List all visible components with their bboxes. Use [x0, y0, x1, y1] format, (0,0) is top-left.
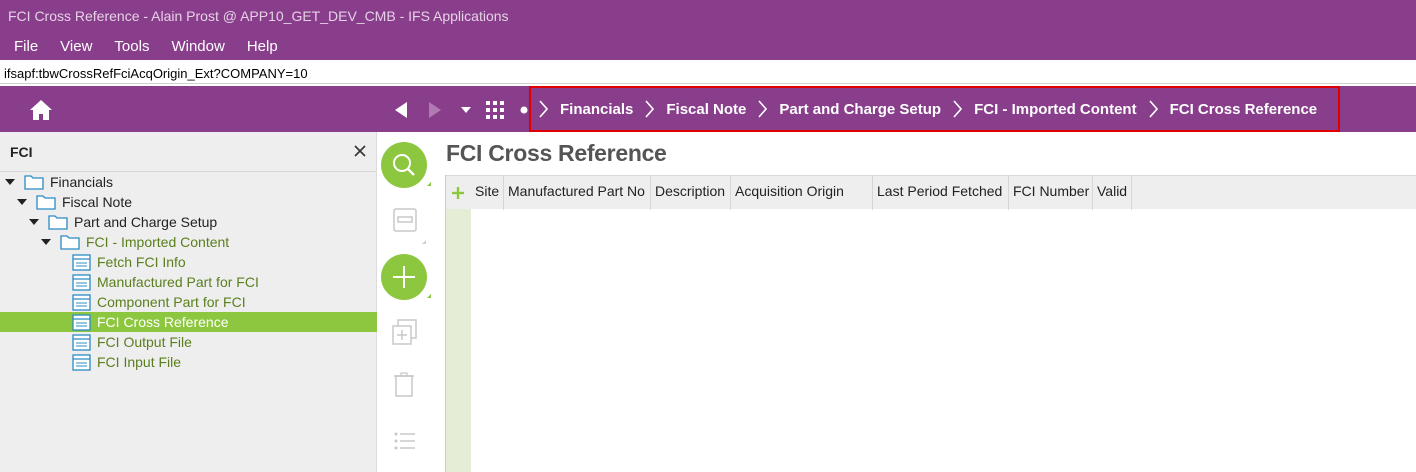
forward-button[interactable] — [424, 96, 446, 124]
close-navigator-button[interactable] — [352, 143, 368, 159]
breadcrumb-item-part-and-charge-setup[interactable]: Part and Charge Setup — [758, 100, 941, 118]
add-icon — [452, 187, 464, 199]
folder-icon — [36, 195, 56, 210]
breadcrumb: Financials Fiscal Note Part and Charge S… — [529, 86, 1340, 132]
apps-button[interactable] — [484, 96, 506, 124]
home-button[interactable] — [26, 98, 56, 122]
command-toolbar — [377, 132, 445, 472]
column-header-description[interactable]: Description — [651, 176, 731, 210]
column-header-site[interactable]: Site — [471, 176, 504, 210]
forward-arrow-icon — [429, 102, 441, 118]
chevron-right-icon — [539, 100, 548, 118]
tree-item-financials[interactable]: Financials — [0, 172, 377, 192]
address-input[interactable] — [0, 62, 1416, 84]
menu-bar: File View Tools Window Help — [0, 32, 1416, 60]
address-bar — [0, 62, 1416, 84]
dropdown-icon — [461, 107, 471, 113]
history-dropdown-button[interactable] — [458, 96, 474, 124]
breadcrumb-item-fci-imported-content[interactable]: FCI - Imported Content — [953, 100, 1137, 118]
tree-item-fci-imported-content[interactable]: FCI - Imported Content — [0, 232, 377, 252]
delete-button[interactable] — [393, 372, 419, 400]
tree-item-fetch-fci-info[interactable]: Fetch FCI Info — [0, 252, 377, 272]
tree-item-manufactured-part-for-fci[interactable]: Manufactured Part for FCI — [0, 272, 377, 292]
add-icon — [381, 254, 431, 300]
back-arrow-icon — [395, 102, 407, 118]
search-button[interactable] — [381, 142, 433, 194]
duplicate-icon — [392, 319, 417, 345]
grid-header: Site Manufactured Part No Description Ac… — [446, 175, 1416, 210]
column-header-manufactured-part-no[interactable]: Manufactured Part No — [504, 176, 651, 210]
row-selector-gutter — [446, 209, 471, 472]
add-row-button[interactable] — [449, 184, 467, 202]
breadcrumb-item-financials[interactable]: Financials — [539, 100, 633, 118]
new-record-button[interactable] — [381, 254, 433, 306]
list-icon — [394, 432, 415, 450]
tree-item-fci-input-file[interactable]: FCI Input File — [0, 352, 377, 372]
folder-icon — [60, 235, 80, 250]
chevron-right-icon — [1148, 100, 1158, 118]
column-header-acquisition-origin[interactable]: Acquisition Origin — [731, 176, 873, 210]
expand-arrow-icon — [29, 219, 39, 225]
menu-file[interactable]: File — [14, 38, 38, 55]
tree-item-fiscal-note[interactable]: Fiscal Note — [0, 192, 377, 212]
page-icon — [72, 293, 91, 311]
column-header-fci-number[interactable]: FCI Number — [1009, 176, 1093, 210]
tree-item-fci-output-file[interactable]: FCI Output File — [0, 332, 377, 352]
chevron-right-icon — [758, 100, 768, 118]
chevron-right-icon — [953, 100, 963, 118]
tree-item-part-and-charge-setup[interactable]: Part and Charge Setup — [0, 212, 377, 232]
page-icon — [72, 313, 91, 331]
close-icon — [354, 145, 366, 157]
duplicate-button[interactable] — [391, 318, 421, 348]
expand-arrow-icon — [17, 199, 27, 205]
list-view-button[interactable] — [393, 430, 419, 454]
data-grid: Site Manufactured Part No Description Ac… — [445, 175, 1416, 472]
page-icon — [72, 273, 91, 291]
page-icon — [72, 333, 91, 351]
page-title: FCI Cross Reference — [446, 140, 667, 166]
tree-item-fci-cross-reference[interactable]: FCI Cross Reference — [0, 312, 377, 332]
breadcrumb-item-fiscal-note[interactable]: Fiscal Note — [645, 100, 746, 118]
apps-grid-icon — [486, 101, 504, 119]
menu-help[interactable]: Help — [247, 38, 278, 55]
window-title: FCI Cross Reference - Alain Prost @ APP1… — [0, 0, 1416, 32]
menu-view[interactable]: View — [60, 38, 92, 55]
navigator-bar: Financials Fiscal Note Part and Charge S… — [0, 86, 1416, 132]
page-icon — [72, 253, 91, 271]
expand-arrow-icon — [41, 239, 51, 245]
breadcrumb-item-fci-cross-reference[interactable]: FCI Cross Reference — [1148, 100, 1317, 118]
navigator-panel: FCI Financials Fiscal Note Part and Char… — [0, 132, 377, 472]
home-icon — [30, 100, 52, 120]
back-button[interactable] — [390, 96, 412, 124]
expand-arrow-icon — [5, 179, 15, 185]
menu-window[interactable]: Window — [171, 38, 224, 55]
folder-icon — [24, 175, 44, 190]
folder-icon — [48, 215, 68, 230]
tree-item-component-part-for-fci[interactable]: Component Part for FCI — [0, 292, 377, 312]
save-button[interactable] — [393, 208, 429, 244]
column-header-last-period-fetched[interactable]: Last Period Fetched — [873, 176, 1009, 210]
column-header-valid[interactable]: Valid — [1093, 176, 1132, 210]
navigator-search-title: FCI — [0, 132, 376, 172]
search-icon — [381, 142, 431, 188]
delete-icon — [394, 372, 414, 397]
chevron-right-icon — [645, 100, 655, 118]
page-icon — [72, 353, 91, 371]
menu-tools[interactable]: Tools — [114, 38, 149, 55]
save-icon — [393, 208, 426, 244]
